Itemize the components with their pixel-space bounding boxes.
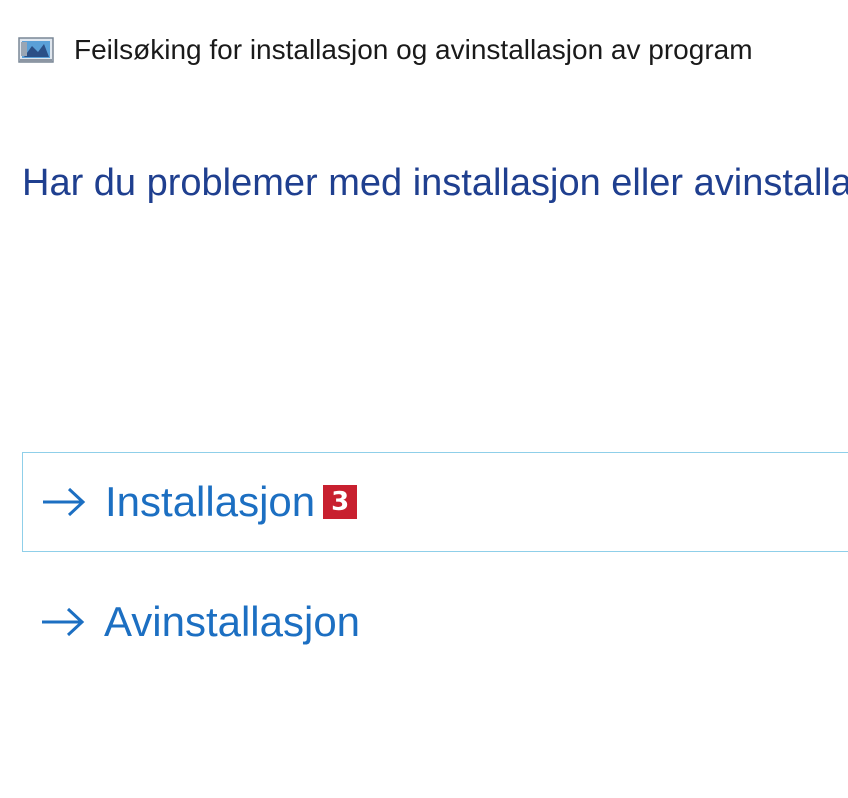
option-avinstallasjon[interactable]: Avinstallasjon (22, 572, 848, 672)
option-installasjon[interactable]: Installasjon 3 (22, 452, 848, 552)
troubleshooter-window: Feilsøking for installasjon og avinstall… (0, 0, 848, 798)
option-avinstallasjon-label: Avinstallasjon (104, 598, 361, 645)
option-installasjon-label: Installasjon (105, 478, 316, 525)
troubleshooter-app-icon (18, 35, 56, 65)
title-bar: Feilsøking for installasjon og avinstall… (18, 30, 753, 70)
arrow-right-icon (41, 485, 87, 519)
step-badge: 3 (323, 485, 358, 519)
page-heading: Har du problemer med installasjon eller … (22, 162, 848, 204)
arrow-right-icon (40, 605, 86, 639)
window-title: Feilsøking for installasjon og avinstall… (74, 34, 753, 65)
